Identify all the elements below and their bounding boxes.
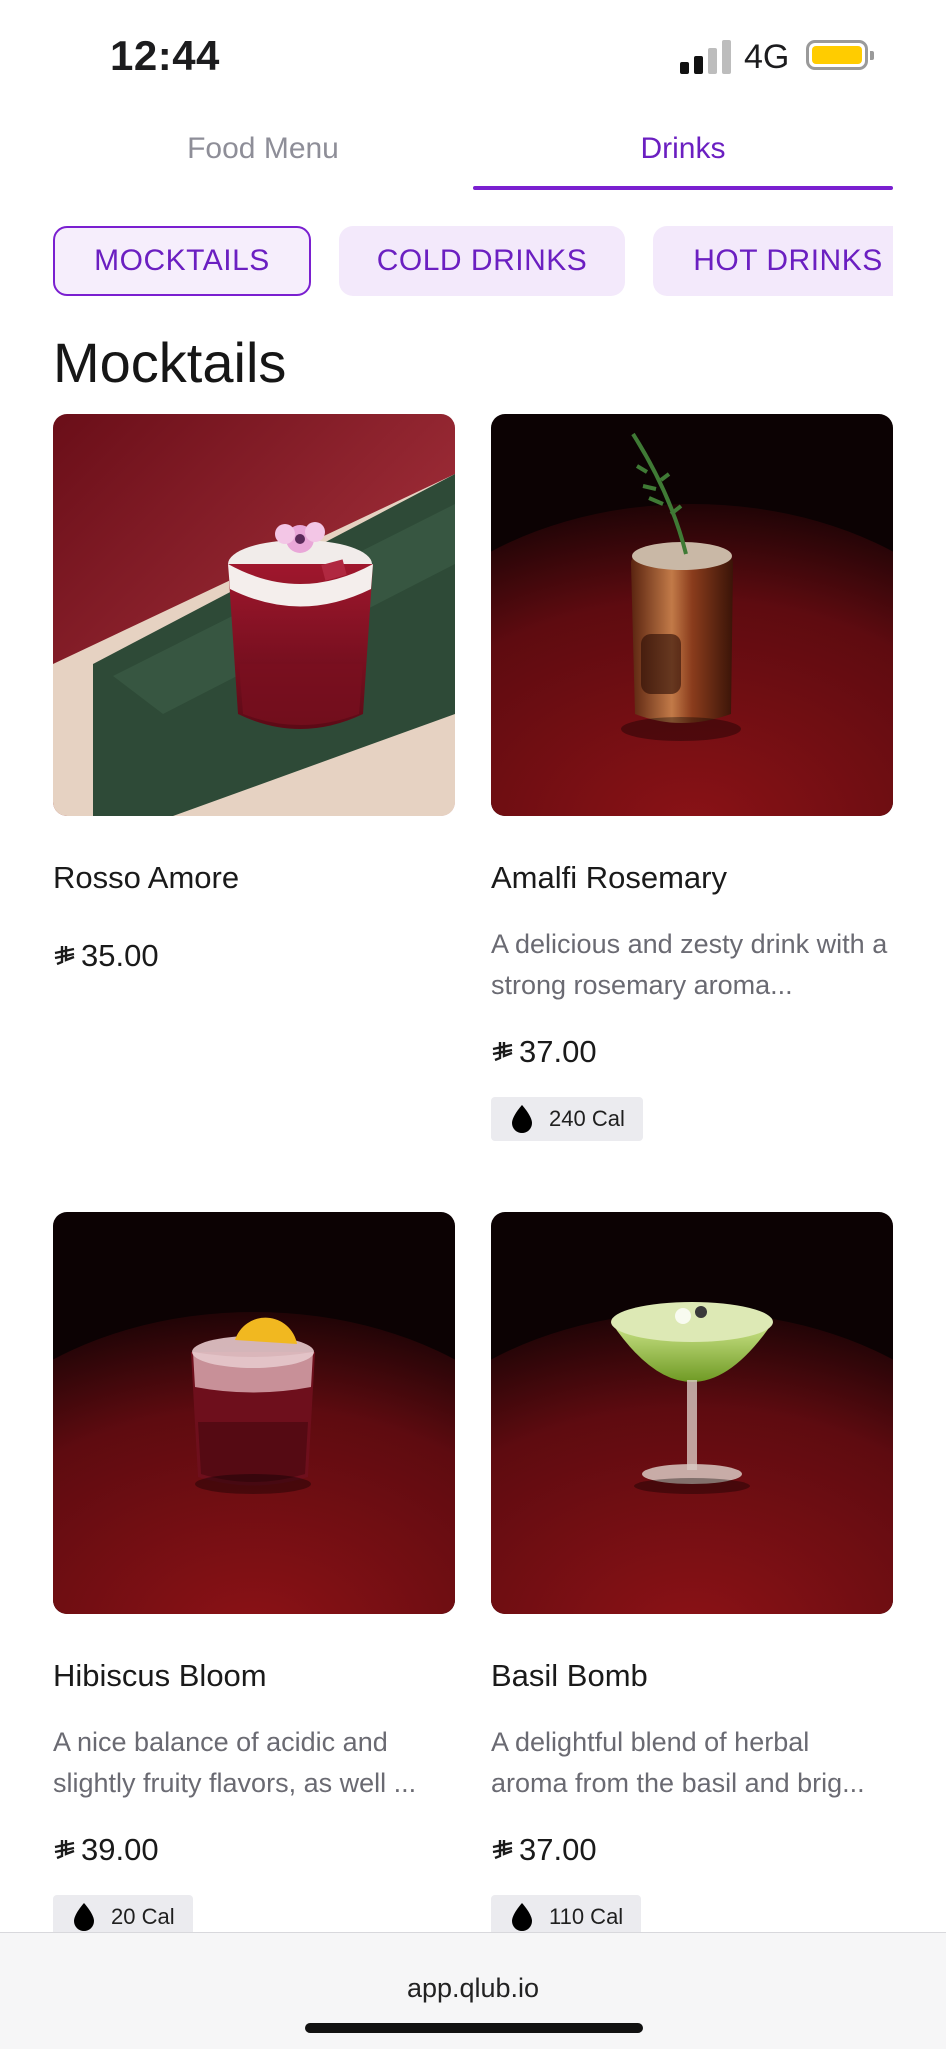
calorie-value: 110 Cal xyxy=(549,1904,624,1929)
item-price-value: 37.00 xyxy=(519,1832,597,1867)
item-description: A nice balance of acidic and slightly fr… xyxy=(53,1727,417,1798)
item-price: 35.00 xyxy=(53,938,159,974)
saudi-riyal-icon xyxy=(54,1840,75,1860)
drink-photo xyxy=(53,1212,455,1614)
home-indicator[interactable] xyxy=(305,2023,643,2033)
item-name: Hibiscus Bloom xyxy=(53,1658,267,1693)
item-description: A delightful blend of herbal aroma from … xyxy=(491,1727,865,1798)
calorie-badge: 240 Cal xyxy=(491,1097,643,1141)
item-name: Basil Bomb xyxy=(491,1658,648,1693)
menu-tabs: Food Menu Drinks xyxy=(53,110,893,190)
chip-mocktails[interactable]: MOCKTAILS xyxy=(53,226,311,296)
item-price: 37.00 xyxy=(491,1034,597,1070)
item-price-value: 37.00 xyxy=(519,1034,597,1069)
drink-photo xyxy=(53,414,455,816)
item-price: 39.00 xyxy=(53,1832,159,1868)
item-price: 37.00 xyxy=(491,1832,597,1868)
saudi-riyal-icon xyxy=(492,1042,513,1062)
item-price-value: 39.00 xyxy=(81,1832,159,1867)
saudi-riyal-icon xyxy=(54,946,75,966)
signal-strength-icon xyxy=(680,40,732,74)
item-name: Amalfi Rosemary xyxy=(491,860,727,895)
drink-photo xyxy=(491,414,893,816)
flame-drop-icon xyxy=(74,1903,94,1931)
drink-photo xyxy=(491,1212,893,1614)
calorie-value: 240 Cal xyxy=(549,1106,625,1131)
browser-url-bar[interactable]: app.qlub.io xyxy=(0,1932,946,2049)
item-price-value: 35.00 xyxy=(81,938,159,973)
status-bar: 12:44 4G xyxy=(0,0,946,110)
flame-drop-icon xyxy=(512,1903,532,1931)
network-type: 4G xyxy=(744,38,790,76)
flame-drop-icon xyxy=(512,1105,532,1133)
calorie-value: 20 Cal xyxy=(111,1904,175,1929)
tab-drinks[interactable]: Drinks xyxy=(473,110,893,190)
item-description: A delicious and zesty drink with a stron… xyxy=(491,929,888,1000)
status-time: 12:44 xyxy=(110,32,220,79)
chip-cold-drinks[interactable]: COLD DRINKS xyxy=(339,226,625,296)
tab-food-menu[interactable]: Food Menu xyxy=(53,110,473,188)
battery-icon xyxy=(806,40,874,70)
category-chips: MOCKTAILS COLD DRINKS HOT DRINKS xyxy=(53,226,893,298)
item-name: Rosso Amore xyxy=(53,860,240,895)
chip-hot-drinks[interactable]: HOT DRINKS xyxy=(653,226,893,296)
saudi-riyal-icon xyxy=(492,1840,513,1860)
section-title: Mocktails xyxy=(53,331,287,394)
url-text[interactable]: app.qlub.io xyxy=(0,1973,946,2004)
